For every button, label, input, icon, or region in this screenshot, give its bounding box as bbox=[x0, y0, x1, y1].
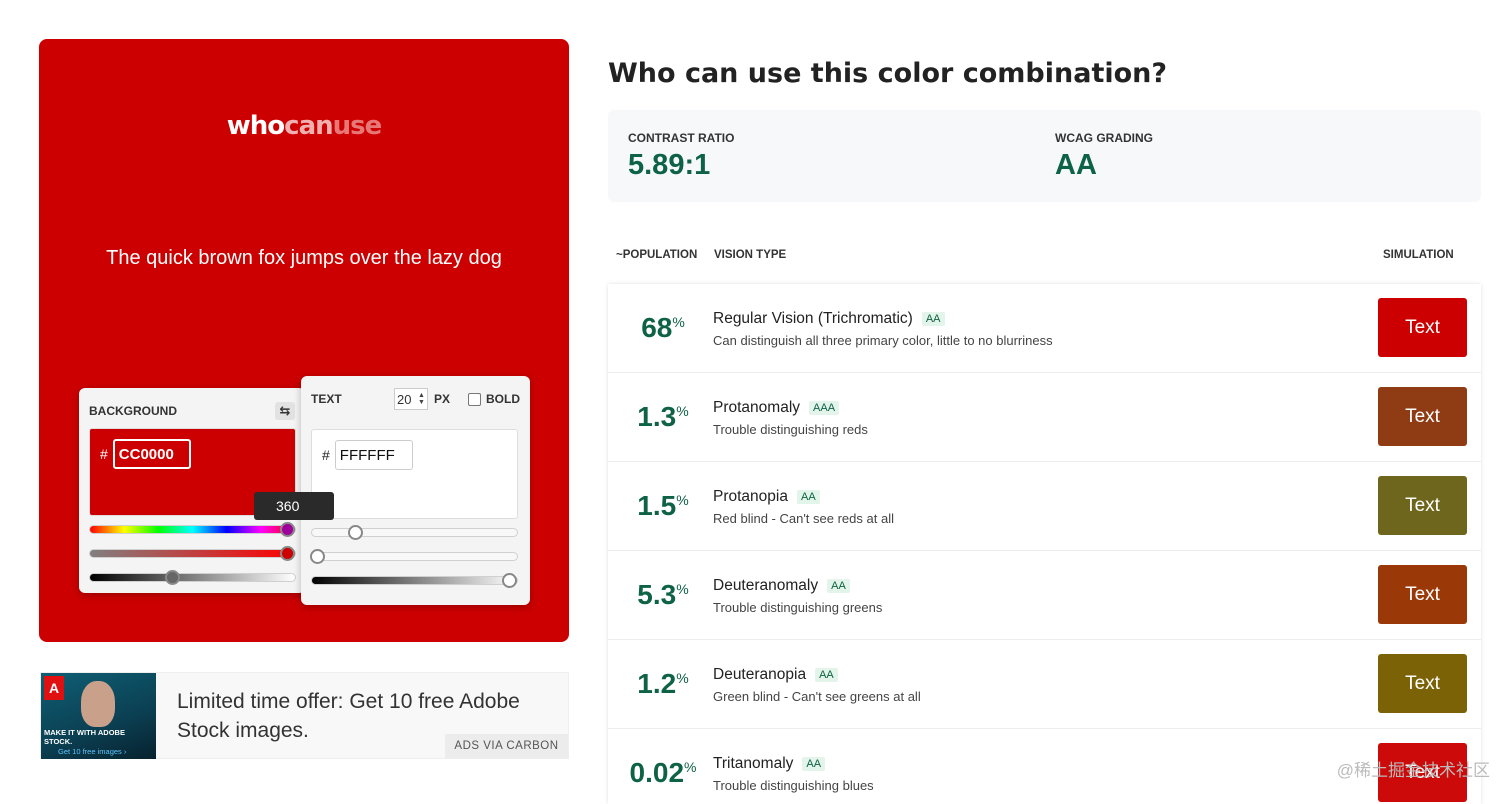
swap-icon[interactable]: ⇆ bbox=[275, 402, 295, 420]
sample-text: The quick brown fox jumps over the lazy … bbox=[106, 247, 502, 269]
vision-type-description: Trouble distinguishing greens bbox=[713, 600, 883, 615]
hue-slider-handle[interactable] bbox=[348, 525, 364, 540]
population-column-header: ~POPULATION bbox=[616, 249, 698, 261]
population-percent: 1.3% bbox=[637, 401, 689, 432]
vision-type-column-header: VISION TYPE bbox=[714, 249, 787, 261]
population-percent: 0.02% bbox=[629, 757, 697, 788]
lightness-slider-handle[interactable] bbox=[502, 573, 517, 588]
font-size-stepper[interactable]: 20 ▲ ▼ bbox=[393, 388, 428, 410]
adobe-logo-icon: A bbox=[44, 676, 64, 700]
vision-type-description: Trouble distinguishing blues bbox=[713, 778, 874, 793]
wcag-badge: AA bbox=[921, 312, 945, 326]
wcag-badge: AAA bbox=[809, 401, 840, 415]
ad-image-subcaption: Get 10 free images › bbox=[58, 747, 127, 756]
vision-type-description: Can distinguish all three primary color,… bbox=[713, 333, 1053, 348]
simulation-preview: Text bbox=[1378, 476, 1467, 535]
bold-checkbox[interactable] bbox=[468, 392, 481, 406]
vision-row: 1.2% Deuteranopia AA Green blind - Can't se… bbox=[608, 640, 1481, 729]
vision-row: 5.3% Deuteranomaly AA Trouble distinguishin… bbox=[608, 551, 1481, 640]
wcag-badge: AA bbox=[815, 668, 838, 682]
simulation-preview: Text bbox=[1378, 654, 1467, 713]
contrast-ratio-value: 5.89:1 bbox=[628, 149, 711, 181]
vision-type-description: Red blind - Can't see reds at all bbox=[713, 511, 894, 526]
ad-image-caption: MAKE IT WITH ADOBE STOCK. bbox=[44, 728, 125, 746]
hash-label: # bbox=[322, 447, 330, 463]
saturation-slider-handle[interactable] bbox=[310, 549, 325, 564]
text-saturation-slider[interactable] bbox=[310, 549, 518, 564]
text-lightness-slider[interactable] bbox=[311, 573, 518, 588]
ads-via-carbon-link[interactable]: ADS VIA CARBON bbox=[445, 734, 568, 758]
text-hue-slider[interactable] bbox=[311, 525, 518, 540]
stepper-arrows-icon[interactable]: ▲ ▼ bbox=[418, 392, 425, 406]
vision-type-name: Deuteranomaly AA bbox=[713, 577, 850, 595]
vision-row: 68% Regular Vision (Trichromatic) AA Can di… bbox=[608, 284, 1481, 373]
background-hex-input[interactable] bbox=[112, 439, 191, 469]
background-label: BACKGROUND bbox=[89, 404, 177, 418]
portrait-image bbox=[81, 681, 115, 727]
text-hex-input[interactable] bbox=[334, 440, 413, 470]
population-percent: 68% bbox=[641, 312, 685, 343]
color-preview-panel: whocanuse The quick brown fox jumps over… bbox=[39, 39, 569, 642]
page-title: Who can use this color combination? bbox=[608, 58, 1168, 89]
wcag-grading-label: WCAG GRADING bbox=[1055, 131, 1153, 145]
hue-value-tooltip: 360 bbox=[254, 492, 334, 520]
contrast-summary: CONTRAST RATIO 5.89:1 WCAG GRADING AA bbox=[608, 110, 1481, 202]
simulation-preview: Text bbox=[1378, 387, 1467, 446]
background-saturation-slider[interactable] bbox=[89, 546, 296, 561]
hash-label: # bbox=[100, 446, 108, 462]
carbon-ad[interactable]: A MAKE IT WITH ADOBE STOCK. Get 10 free … bbox=[40, 672, 569, 759]
text-color-picker: TEXT 20 ▲ ▼ PX BOLD # bbox=[301, 376, 530, 605]
contrast-ratio-label: CONTRAST RATIO bbox=[628, 131, 735, 145]
vision-type-description: Trouble distinguishing reds bbox=[713, 422, 868, 437]
wcag-badge: AA bbox=[796, 490, 820, 504]
saturation-slider-handle[interactable] bbox=[280, 546, 295, 561]
population-percent: 1.5% bbox=[637, 490, 689, 521]
whocanuse-logo[interactable]: whocanuse bbox=[39, 111, 569, 141]
simulation-column-header: SIMULATION bbox=[1383, 249, 1454, 261]
vision-type-name: Tritanomaly AA bbox=[713, 755, 826, 773]
bold-label: BOLD bbox=[486, 392, 520, 406]
vision-type-description: Green blind - Can't see greens at all bbox=[713, 689, 921, 704]
vision-type-name: Protanomaly AAA bbox=[713, 399, 840, 417]
watermark: @稀土掘金技术社区 bbox=[1336, 761, 1490, 780]
background-color-picker: BACKGROUND ⇆ # bbox=[79, 388, 305, 593]
vision-type-list: 68% Regular Vision (Trichromatic) AA Can di… bbox=[608, 284, 1481, 804]
wcag-badge: AA bbox=[827, 579, 850, 593]
vision-type-name: Regular Vision (Trichromatic) AA bbox=[713, 310, 945, 328]
text-swatch[interactable]: # bbox=[311, 429, 518, 519]
simulation-preview: Text bbox=[1378, 565, 1467, 624]
font-size-unit: PX bbox=[433, 392, 450, 406]
text-label: TEXT bbox=[311, 392, 342, 406]
wcag-badge: AA bbox=[802, 757, 826, 771]
hue-slider-handle[interactable] bbox=[280, 522, 295, 537]
vision-type-name: Protanopia AA bbox=[713, 488, 820, 506]
vision-row: 1.5% Protanopia AA Red blind - Can't see re… bbox=[608, 462, 1481, 551]
population-percent: 5.3% bbox=[637, 579, 689, 610]
background-lightness-slider[interactable] bbox=[89, 570, 296, 585]
lightness-slider-handle[interactable] bbox=[164, 570, 180, 585]
vision-row: 1.3% Protanomaly AAA Trouble distinguishing… bbox=[608, 373, 1481, 462]
ad-image[interactable]: A MAKE IT WITH ADOBE STOCK. Get 10 free … bbox=[41, 673, 156, 759]
background-hue-slider[interactable] bbox=[89, 522, 296, 537]
population-percent: 1.2% bbox=[637, 668, 689, 699]
simulation-preview: Text bbox=[1378, 298, 1467, 357]
vision-type-name: Deuteranopia AA bbox=[713, 666, 838, 684]
wcag-grading-value: AA bbox=[1055, 149, 1097, 181]
